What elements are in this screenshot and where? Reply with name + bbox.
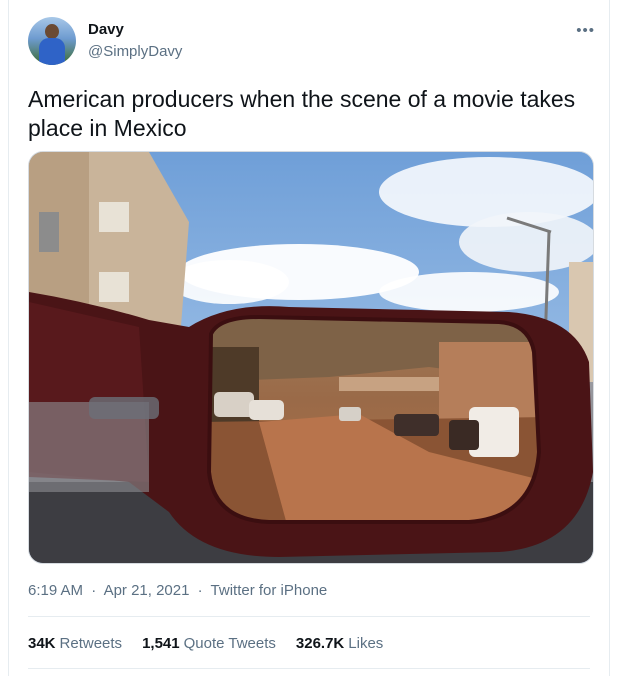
likes-count: 326.7K	[295, 635, 345, 652]
tweet-source[interactable]: Twitter for iPhone	[211, 582, 328, 599]
tweet-image[interactable]	[28, 151, 594, 564]
sunglasses-street-photo	[29, 152, 593, 563]
divider	[28, 616, 590, 617]
likes-label: Likes	[348, 635, 384, 652]
avatar-head	[45, 24, 59, 39]
retweets-label: Retweets	[59, 635, 123, 652]
retweets-link[interactable]: 34K Retweets	[28, 635, 122, 652]
quote-tweets-link[interactable]: 1,541 Quote Tweets	[142, 635, 276, 652]
more-horizontal-icon[interactable]: •••	[576, 22, 595, 39]
avatar-body	[39, 38, 65, 65]
retweets-count: 34K	[28, 635, 56, 652]
user-handle[interactable]: @SimplyDavy	[88, 43, 182, 60]
avatar[interactable]	[28, 17, 76, 65]
user-name[interactable]: Davy	[88, 21, 124, 38]
quote-tweets-count: 1,541	[142, 635, 180, 652]
tweet-time[interactable]: 6:19 AM	[28, 582, 83, 599]
likes-link[interactable]: 326.7K Likes	[296, 635, 383, 652]
quote-tweets-label: Quote Tweets	[183, 635, 276, 652]
divider	[28, 668, 590, 669]
tweet-meta: 6:19 AM · Apr 21, 2021 · Twitter for iPh…	[28, 582, 327, 599]
tweet-card: Davy @SimplyDavy ••• American producers …	[8, 0, 610, 676]
meta-separator: ·	[91, 582, 97, 599]
tweet-date[interactable]: Apr 21, 2021	[104, 582, 190, 599]
meta-separator: ·	[197, 582, 203, 599]
tweet-text: American producers when the scene of a m…	[28, 86, 576, 141]
tweet-stats: 34K Retweets 1,541 Quote Tweets 326.7K Like…	[28, 635, 383, 652]
